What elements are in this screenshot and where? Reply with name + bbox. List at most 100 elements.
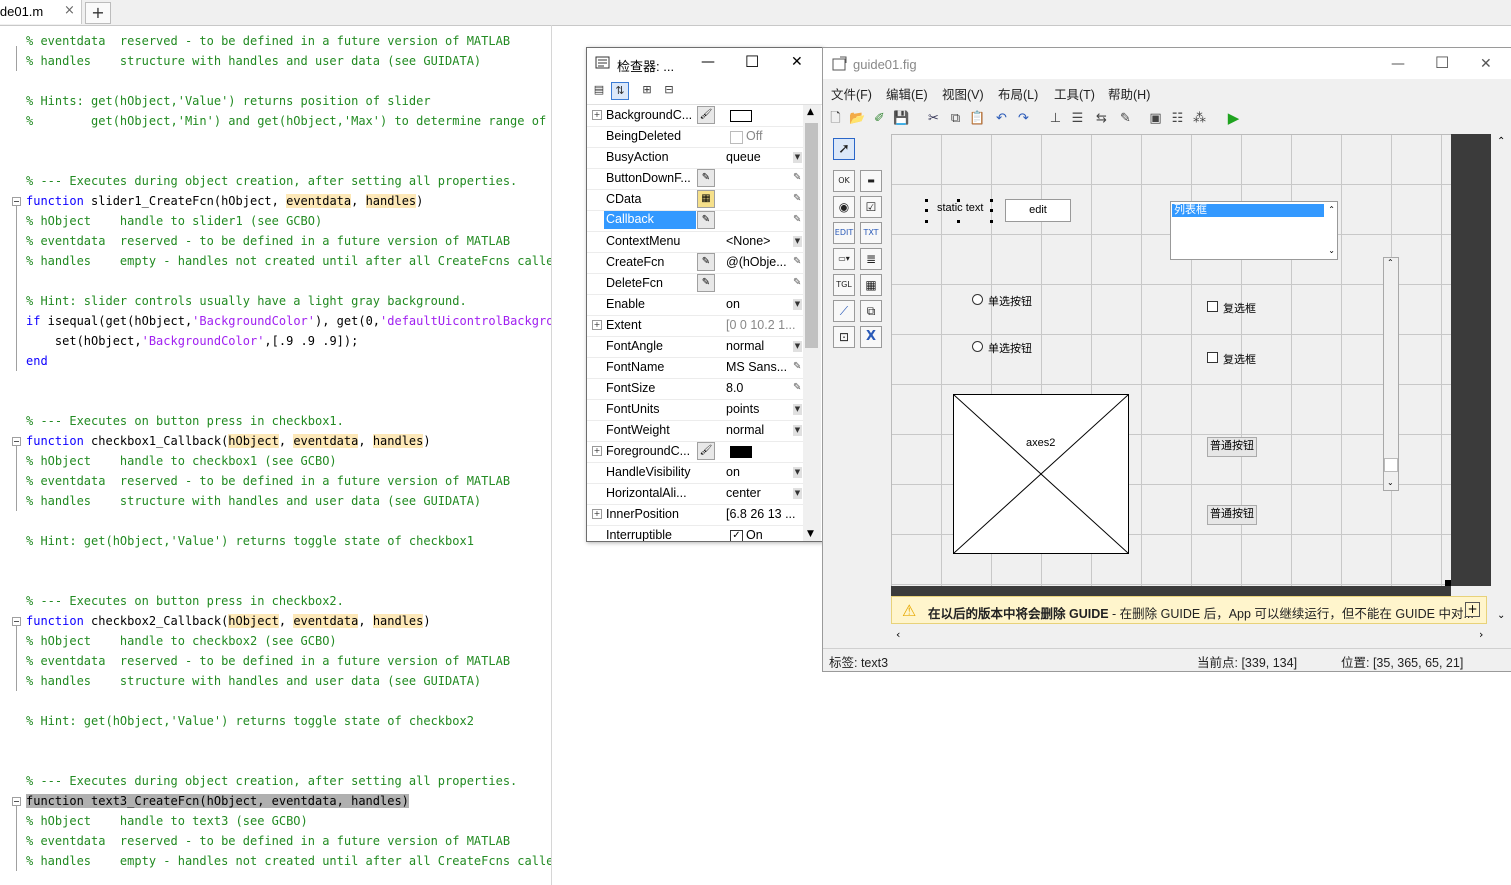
property-value[interactable]: MS Sans... <box>726 360 796 374</box>
menu-edit[interactable]: 编辑(E) <box>886 84 928 103</box>
minimize-icon[interactable]: — <box>701 54 715 70</box>
code-line[interactable]: % eventdata reserved - to be defined in … <box>26 651 510 671</box>
code-line[interactable]: % --- Executes on button press in checkb… <box>26 411 344 431</box>
code-line[interactable]: % hObject handle to slider1 (see GCBO) <box>26 211 322 231</box>
fold-toggle-icon[interactable] <box>12 797 21 806</box>
add-tab-button[interactable]: + <box>85 2 111 24</box>
fold-toggle-icon[interactable] <box>12 197 21 206</box>
radio-button-1[interactable]: 单选按钮 <box>972 293 1042 308</box>
radiobutton-tool-icon[interactable]: ◉ <box>833 196 855 218</box>
chevron-down-icon[interactable]: ▼ <box>807 529 814 539</box>
menu-layout[interactable]: 布局(L) <box>998 84 1038 103</box>
property-row[interactable]: FontName MS Sans... ✎ <box>587 357 803 379</box>
property-row[interactable]: DeleteFcn ✎ ✎ <box>587 273 803 295</box>
code-area[interactable]: % eventdata reserved - to be defined in … <box>0 25 551 885</box>
open-icon[interactable]: 📂 <box>849 110 866 127</box>
chevron-down-icon[interactable]: ⌄ <box>1387 478 1394 487</box>
menu-help[interactable]: 帮助(H) <box>1108 84 1150 103</box>
categorize-icon[interactable]: ▤ <box>591 82 607 98</box>
collapse-all-icon[interactable]: ⊟ <box>661 82 677 98</box>
dropdown-arrow-icon[interactable]: ▼ <box>793 236 802 247</box>
chevron-left-icon[interactable]: ‹ <box>896 628 900 641</box>
property-row[interactable]: + InnerPosition [6.8 26 13 ... <box>587 504 803 526</box>
radio-button-2[interactable]: 单选按钮 <box>972 340 1042 355</box>
property-value[interactable]: on <box>726 465 796 479</box>
chevron-up-icon[interactable]: ▲ <box>807 107 814 117</box>
pencil-icon[interactable]: ✎ <box>793 214 801 225</box>
push-button-2[interactable]: 普通按钮 <box>1207 505 1257 525</box>
selection-handle[interactable] <box>925 209 928 212</box>
code-line[interactable]: function checkbox2_Callback(hObject, eve… <box>26 611 431 631</box>
panel-tool-icon[interactable]: ⧉ <box>860 300 882 322</box>
property-value[interactable]: [6.8 26 13 ... <box>726 507 796 521</box>
axes-component[interactable]: axes2 <box>953 394 1129 554</box>
button-group-tool-icon[interactable]: ⊡ <box>833 326 855 348</box>
property-value[interactable]: Off <box>746 129 803 143</box>
property-row[interactable]: FontAngle normal ▼ <box>587 336 803 358</box>
close-icon[interactable]: × <box>64 3 75 18</box>
property-inspector-icon[interactable]: ☷ <box>1169 110 1186 127</box>
property-value[interactable]: points <box>726 402 796 416</box>
property-row[interactable]: + BackgroundC... 🖌 <box>587 105 803 127</box>
chevron-down-icon[interactable]: ⌄ <box>1328 246 1335 255</box>
dropdown-arrow-icon[interactable]: ▼ <box>793 467 802 478</box>
toggle-button-tool-icon[interactable]: TGL <box>833 274 855 296</box>
layout-canvas[interactable]: static text edit 列表框 ⌃ ⌄ 单选按钮 单选按钮 复选框 复… <box>891 134 1452 587</box>
dropdown-arrow-icon[interactable]: ▼ <box>793 425 802 436</box>
edit-text-tool-icon[interactable]: EDIT <box>833 222 855 244</box>
property-row[interactable]: FontUnits points ▼ <box>587 399 803 421</box>
listbox-component[interactable]: 列表框 ⌃ ⌄ <box>1170 201 1338 260</box>
selection-handle[interactable] <box>990 199 993 202</box>
property-row[interactable]: BeingDeleted Off <box>587 126 803 148</box>
paste-icon[interactable]: 📋 <box>969 110 986 127</box>
property-row[interactable]: CreateFcn ✎ @(hObje... ✎ <box>587 252 803 274</box>
dropdown-arrow-icon[interactable]: ▼ <box>793 404 802 415</box>
expand-icon[interactable]: + <box>592 509 602 519</box>
expand-icon[interactable]: + <box>592 320 602 330</box>
menu-view[interactable]: 视图(V) <box>942 84 984 103</box>
selection-handle[interactable] <box>990 220 993 223</box>
static-text-component[interactable]: static text <box>925 199 993 223</box>
undo-icon[interactable]: ↶ <box>993 110 1010 127</box>
property-value[interactable]: On <box>746 528 803 541</box>
chevron-up-icon[interactable]: ⌃ <box>1387 258 1394 267</box>
push-button-1[interactable]: 普通按钮 <box>1207 437 1257 457</box>
guide-titlebar[interactable]: guide01.fig — ☐ ✕ <box>823 48 1511 79</box>
slider-component[interactable]: ⌃ ⌄ <box>1383 257 1399 491</box>
chevron-down-icon[interactable]: ⌄ <box>1497 610 1505 621</box>
select-tool-icon[interactable]: ➚ <box>833 138 855 160</box>
code-line[interactable]: % Hint: get(hObject,'Value') returns tog… <box>26 531 474 551</box>
expand-all-icon[interactable]: ⊞ <box>639 82 655 98</box>
code-line[interactable]: % eventdata reserved - to be defined in … <box>26 31 510 51</box>
property-row[interactable]: + ForegroundC... 🖌 <box>587 441 803 463</box>
static-text-tool-icon[interactable]: TXT <box>860 222 882 244</box>
expand-warning-button[interactable]: + <box>1465 602 1480 617</box>
listbox-tool-icon[interactable]: ≣ <box>860 248 882 270</box>
new-icon[interactable]: 🗋 <box>827 110 844 127</box>
scrollbar-thumb[interactable] <box>805 123 818 348</box>
code-line[interactable]: % handles empty - handles not created un… <box>26 251 551 271</box>
code-line[interactable]: function checkbox1_Callback(hObject, eve… <box>26 431 431 451</box>
property-value[interactable]: [0 0 10.2 1.... <box>726 318 796 332</box>
property-row[interactable]: BusyAction queue ▼ <box>587 147 803 169</box>
slider-tool-icon[interactable]: ▬ <box>860 170 882 192</box>
callback-editor-icon[interactable]: ✎ <box>697 169 715 187</box>
pencil-icon[interactable]: ✎ <box>793 382 801 393</box>
tab-order-icon[interactable]: ⇆ <box>1093 110 1110 127</box>
run-icon[interactable]: ▶ <box>1225 110 1242 127</box>
property-row[interactable]: FontSize 8.0 ✎ <box>587 378 803 400</box>
dropdown-arrow-icon[interactable]: ▼ <box>793 488 802 499</box>
cut-icon[interactable]: ✂ <box>925 110 942 127</box>
selection-handle[interactable] <box>957 220 960 223</box>
code-line[interactable]: % hObject handle to checkbox1 (see GCBO) <box>26 451 337 471</box>
property-value[interactable]: on <box>726 297 796 311</box>
dropdown-arrow-icon[interactable]: ▼ <box>793 341 802 352</box>
minimize-icon[interactable]: — <box>1391 56 1405 72</box>
pushbutton-tool-icon[interactable]: OK <box>833 170 855 192</box>
code-line[interactable]: set(hObject,'BackgroundColor',[.9 .9 .9]… <box>26 331 358 351</box>
pencil-icon[interactable]: ✎ <box>793 277 801 288</box>
selection-handle[interactable] <box>925 220 928 223</box>
tab-guide01-m[interactable]: ide01.m × <box>0 0 82 24</box>
chevron-right-icon[interactable]: › <box>1479 628 1483 641</box>
close-icon[interactable]: ✕ <box>1480 56 1492 72</box>
